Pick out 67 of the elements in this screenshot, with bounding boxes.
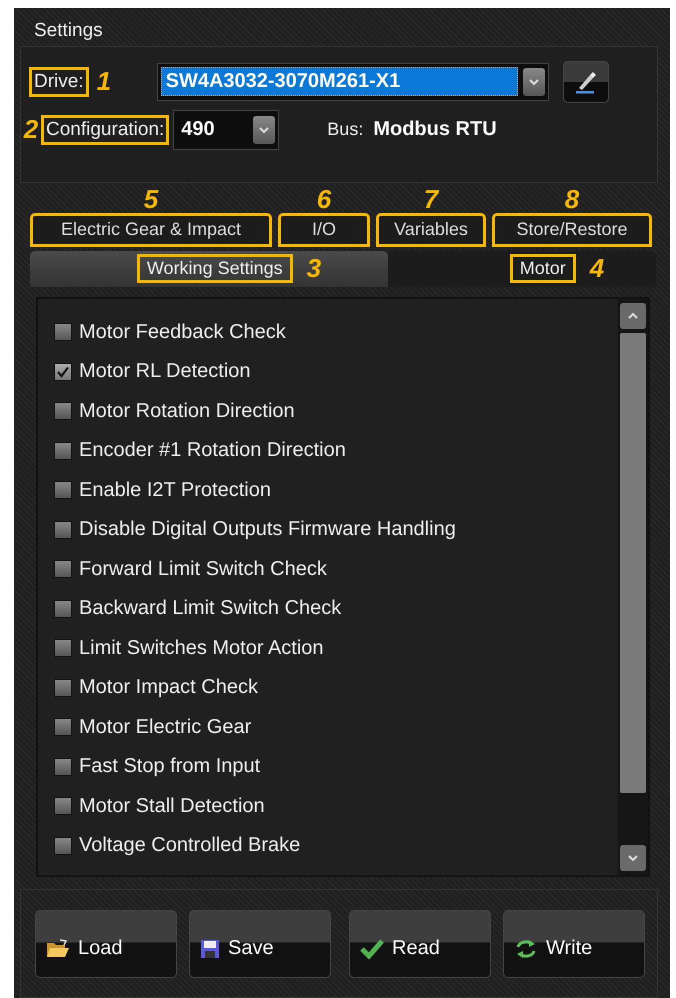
option-label: Voltage Controlled Brake: [79, 834, 300, 858]
callout-number: 8: [564, 184, 580, 213]
save-button[interactable]: Save: [189, 910, 331, 978]
scroll-down-button[interactable]: [620, 845, 646, 872]
option-label: Motor Stall Detection: [79, 794, 265, 818]
tab[interactable]: Variables: [376, 212, 486, 247]
bus-label: Bus:: [327, 119, 364, 140]
write-button[interactable]: Write: [503, 910, 645, 978]
dropdown-button[interactable]: [522, 68, 545, 96]
caret-up-icon: [627, 312, 639, 320]
checkbox[interactable]: [54, 639, 72, 658]
tab[interactable]: Motor: [510, 254, 576, 284]
configuration-dropdown[interactable]: 490: [173, 110, 280, 150]
checkbox[interactable]: [54, 362, 72, 381]
checkbox[interactable]: [54, 836, 72, 855]
option-label: Encoder #1 Rotation Direction: [79, 439, 346, 462]
group-title: Settings: [34, 20, 103, 42]
scroll-up-button[interactable]: [620, 302, 646, 329]
checkbox[interactable]: [54, 678, 72, 697]
callout-number: 6: [316, 184, 332, 213]
option-label: Disable Digital Outputs Firmware Handling: [79, 518, 456, 542]
checkmark-icon: [360, 938, 384, 960]
checkbox[interactable]: [54, 402, 72, 420]
scrollbar[interactable]: [618, 298, 648, 876]
option-label: Limit Switches Motor Action: [79, 636, 324, 660]
checkbox[interactable]: [54, 481, 72, 500]
sync-arrows-icon: [514, 938, 538, 960]
checkbox[interactable]: [54, 520, 72, 539]
load-button[interactable]: Load: [35, 910, 177, 978]
callout-number: 4: [590, 253, 604, 284]
checkbox[interactable]: [54, 323, 72, 342]
caret-down-icon: [258, 126, 270, 134]
scroll-thumb[interactable]: [620, 332, 646, 793]
callout-number: 5: [144, 184, 158, 213]
caret-down-icon: [627, 854, 639, 862]
option-label: Motor Feedback Check: [79, 320, 286, 344]
option-label: Motor Electric Gear: [79, 716, 252, 739]
option-label: Motor Impact Check: [79, 676, 258, 700]
read-button[interactable]: Read: [349, 910, 491, 978]
callout-number: 1: [96, 66, 112, 98]
caret-down-icon: [528, 78, 540, 86]
checkbox[interactable]: [54, 758, 72, 776]
edit-button[interactable]: [562, 60, 609, 103]
option-label: Forward Limit Switch Check: [79, 558, 327, 581]
tab[interactable]: Electric Gear & Impact: [30, 212, 272, 247]
option-label: Enable I2T Protection: [79, 478, 271, 502]
drive-label: Drive:: [29, 66, 89, 97]
tab[interactable]: Store/Restore: [492, 212, 652, 247]
option-label: Motor RL Detection: [79, 360, 251, 384]
tab[interactable]: I/O: [278, 212, 370, 247]
drive-dropdown[interactable]: SW4A3032-3070M261-X1: [156, 62, 549, 101]
checkbox[interactable]: [54, 718, 72, 736]
folder-icon: [46, 938, 70, 959]
configuration-label: Configuration:: [41, 114, 170, 145]
option-label: Motor Rotation Direction: [79, 400, 295, 423]
option-label: Fast Stop from Input: [79, 755, 260, 778]
callout-number: 2: [22, 114, 40, 146]
checkbox[interactable]: [54, 560, 72, 578]
option-label: Backward Limit Switch Check: [79, 597, 342, 620]
checkbox[interactable]: [54, 442, 72, 460]
checkbox[interactable]: [54, 600, 72, 618]
callout-number: 3: [306, 253, 322, 284]
tab[interactable]: Working Settings: [136, 254, 293, 284]
callout-number: 7: [424, 184, 438, 213]
checkbox[interactable]: [54, 797, 72, 816]
bus-value: Modbus RTU: [373, 118, 497, 142]
dropdown-button[interactable]: [253, 116, 276, 144]
